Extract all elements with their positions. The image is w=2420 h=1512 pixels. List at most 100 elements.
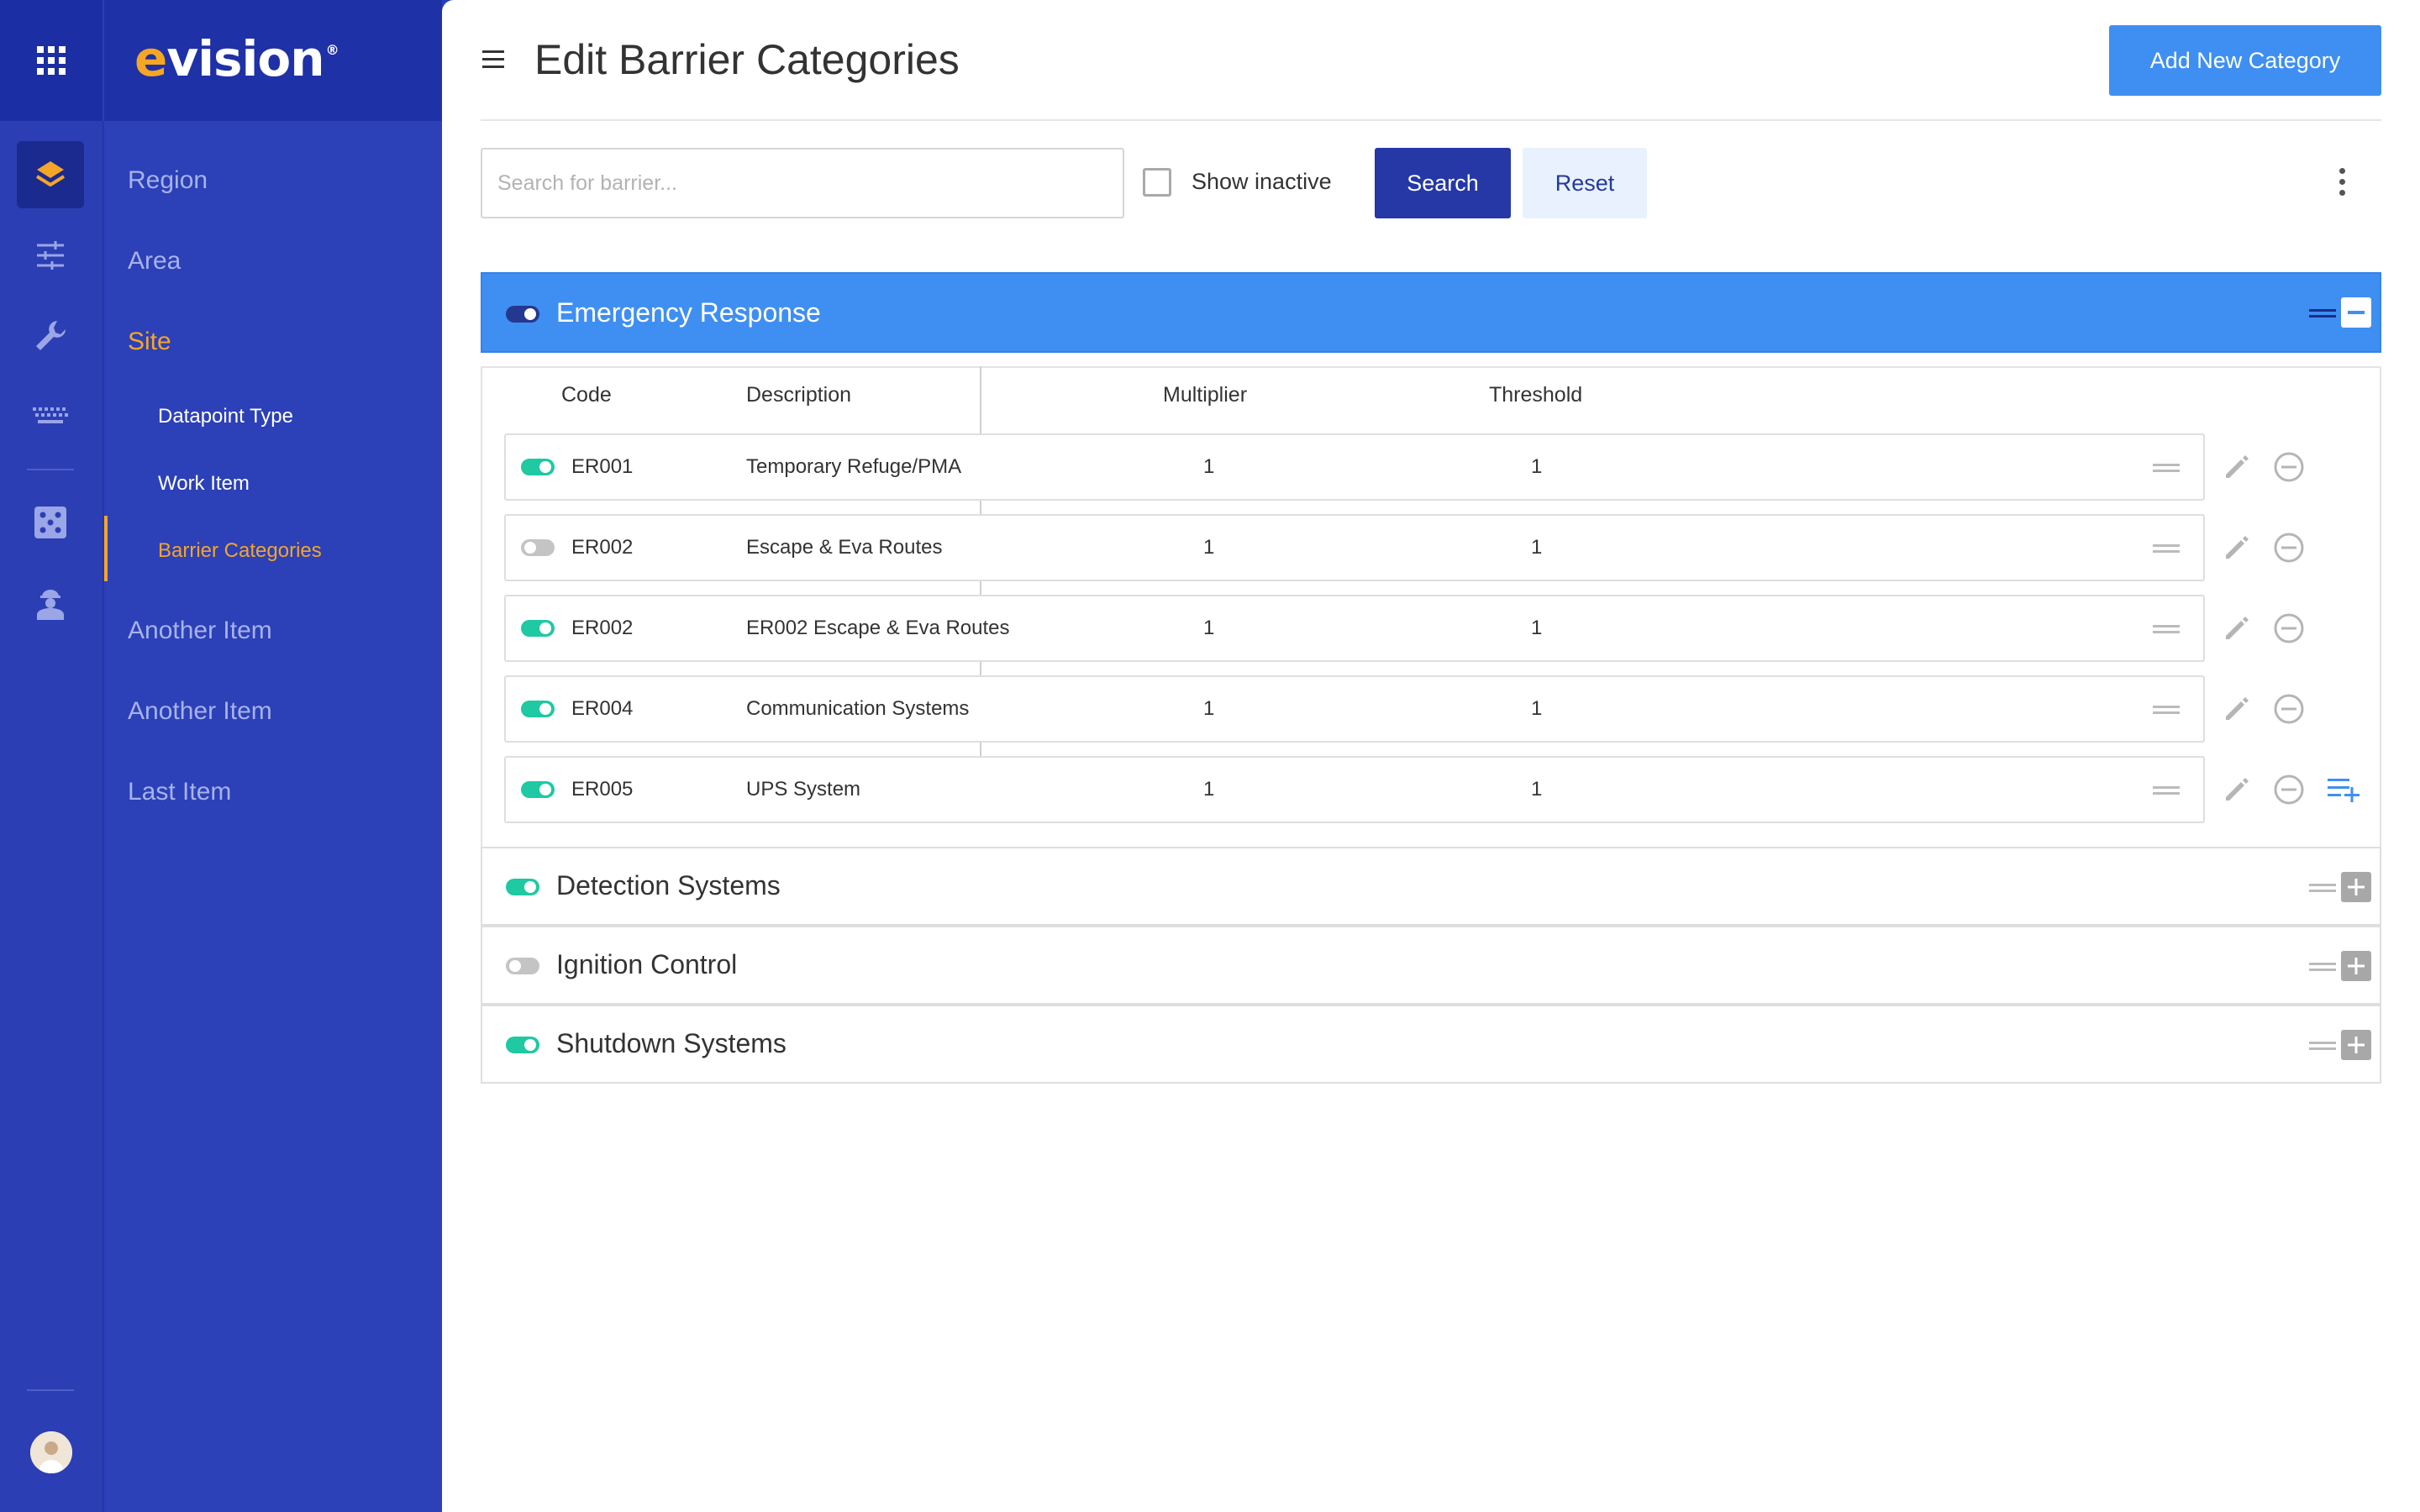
remove-circle-icon[interactable] [2272, 692, 2306, 726]
category-active-toggle[interactable] [506, 958, 539, 974]
rail-sliders-button[interactable] [17, 222, 84, 289]
category-header-shutdown-systems[interactable]: Shutdown Systems [481, 1005, 2381, 1084]
edit-pencil-icon[interactable] [2220, 612, 2254, 645]
brand-bar: evision ® [104, 0, 442, 121]
row-description: Escape & Eva Routes [746, 536, 943, 559]
category-active-toggle[interactable] [506, 879, 539, 895]
row-active-toggle[interactable] [521, 539, 555, 556]
category-active-toggle[interactable] [506, 306, 539, 323]
add-new-category-button[interactable]: Add New Category [2109, 25, 2381, 96]
row-description: Temporary Refuge/PMA [746, 455, 962, 478]
menu-toggle-icon[interactable] [482, 50, 504, 71]
row-description: Communication Systems [746, 697, 970, 720]
keyboard-icon [33, 407, 68, 423]
more-options-icon[interactable] [2338, 168, 2346, 202]
drag-handle-icon[interactable] [2153, 786, 2180, 795]
row-threshold: 1 [1531, 536, 1543, 559]
category-header-emergency-response[interactable]: Emergency Response [481, 272, 2381, 353]
row-active-toggle[interactable] [521, 781, 555, 798]
edit-pencil-icon[interactable] [2220, 450, 2254, 484]
row-active-toggle[interactable] [521, 701, 555, 717]
row-multiplier: 1 [1203, 697, 1215, 720]
active-nav-indicator [104, 516, 108, 581]
edit-pencil-icon[interactable] [2220, 531, 2254, 564]
category-active-toggle[interactable] [506, 1037, 539, 1053]
remove-circle-icon[interactable] [2272, 450, 2306, 484]
apps-launcher[interactable] [0, 0, 103, 121]
expand-icon[interactable] [2341, 872, 2371, 902]
row-multiplier: 1 [1203, 778, 1215, 801]
nav-item-another-item-2[interactable]: Another Item [128, 697, 272, 726]
expand-icon[interactable] [2341, 1030, 2371, 1060]
nav-sub-item-work-item[interactable]: Work Item [158, 472, 250, 496]
drag-handle-icon[interactable] [2309, 884, 2336, 892]
row-active-toggle[interactable] [521, 620, 555, 637]
expand-icon[interactable] [2341, 951, 2371, 981]
layers-icon [35, 161, 66, 186]
row-code: ER005 [571, 778, 634, 801]
table-row[interactable]: ER004 Communication Systems 1 1 [504, 675, 2205, 743]
wrench-icon [36, 321, 66, 350]
column-header-description: Description [746, 383, 852, 407]
drag-handle-icon[interactable] [2153, 706, 2180, 714]
category-title: Emergency Response [556, 297, 821, 328]
reset-button[interactable]: Reset [1523, 148, 1647, 218]
main-content: Edit Barrier Categories Add New Category… [442, 0, 2420, 1512]
worker-icon [37, 590, 64, 620]
rail-dice-button[interactable] [17, 489, 84, 556]
nav-item-last-item[interactable]: Last Item [128, 778, 231, 806]
row-multiplier: 1 [1203, 536, 1215, 559]
category-title: Shutdown Systems [556, 1028, 786, 1058]
drag-handle-icon[interactable] [2153, 464, 2180, 472]
search-input[interactable] [481, 148, 1124, 218]
row-description: ER002 Escape & Eva Routes [746, 617, 1010, 639]
drag-handle-icon[interactable] [2309, 309, 2336, 318]
avatar[interactable] [30, 1431, 72, 1473]
column-header-threshold: Threshold [1489, 383, 1583, 407]
search-button[interactable]: Search [1375, 148, 1511, 218]
column-header-multiplier: Multiplier [1163, 383, 1248, 407]
rail-keyboard-button[interactable] [17, 383, 84, 450]
dice-icon [34, 507, 66, 538]
nav-item-region[interactable]: Region [128, 166, 208, 195]
table-row[interactable]: ER001 Temporary Refuge/PMA 1 1 [504, 433, 2205, 501]
drag-handle-icon[interactable] [2153, 544, 2180, 553]
nav-sub-item-datapoint-type[interactable]: Datapoint Type [158, 405, 293, 428]
nav-item-another-item-1[interactable]: Another Item [128, 617, 272, 645]
row-threshold: 1 [1531, 697, 1543, 720]
sliders-icon [37, 241, 64, 270]
add-row-icon[interactable] [2328, 773, 2361, 806]
nav-item-area[interactable]: Area [128, 247, 181, 276]
show-inactive-checkbox[interactable] [1143, 168, 1171, 197]
edit-pencil-icon[interactable] [2220, 692, 2254, 726]
rail-separator [27, 469, 74, 470]
row-multiplier: 1 [1203, 617, 1215, 639]
category-header-ignition-control[interactable]: Ignition Control [481, 926, 2381, 1005]
drag-handle-icon[interactable] [2309, 1042, 2336, 1050]
drag-handle-icon[interactable] [2309, 963, 2336, 971]
row-code: ER001 [571, 455, 634, 478]
drag-handle-icon[interactable] [2153, 625, 2180, 633]
rail-bottom-separator [27, 1389, 74, 1391]
table-row[interactable]: ER005 UPS System 1 1 [504, 756, 2205, 823]
nav-panel: evision ® Region Area Site Datapoint Type… [104, 0, 442, 1512]
rail-wrench-button[interactable] [17, 302, 84, 370]
apps-grid-icon[interactable] [37, 46, 66, 75]
table-row[interactable]: ER002 ER002 Escape & Eva Routes 1 1 [504, 595, 2205, 662]
remove-circle-icon[interactable] [2272, 612, 2306, 645]
row-description: UPS System [746, 778, 861, 801]
collapse-icon[interactable] [2341, 297, 2371, 328]
row-active-toggle[interactable] [521, 459, 555, 475]
rail-layers-button[interactable] [17, 141, 84, 208]
nav-sub-item-barrier-categories[interactable]: Barrier Categories [158, 539, 322, 563]
remove-circle-icon[interactable] [2272, 531, 2306, 564]
evision-logo[interactable]: evision ® [134, 30, 339, 87]
user-avatar-icon [30, 1431, 72, 1473]
category-header-detection-systems[interactable]: Detection Systems [481, 847, 2381, 926]
remove-circle-icon[interactable] [2272, 773, 2306, 806]
table-row[interactable]: ER002 Escape & Eva Routes 1 1 [504, 514, 2205, 581]
nav-item-site[interactable]: Site [128, 328, 171, 356]
row-code: ER002 [571, 617, 634, 639]
rail-worker-button[interactable] [17, 570, 84, 637]
edit-pencil-icon[interactable] [2220, 773, 2254, 806]
